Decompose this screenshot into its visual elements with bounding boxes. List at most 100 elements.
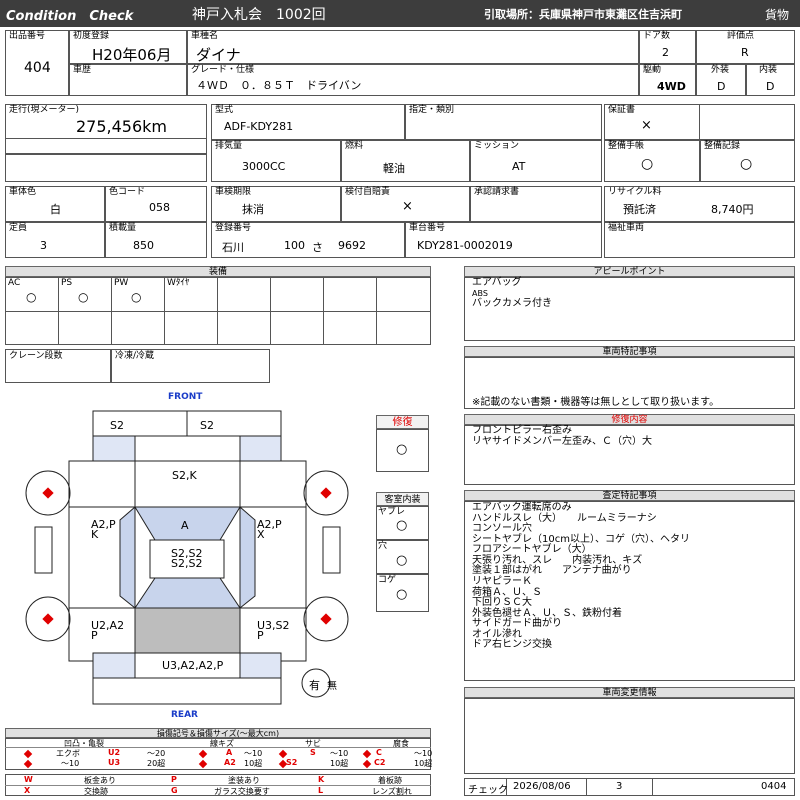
legend-rust-code: S bbox=[310, 748, 316, 757]
equip-col-div-2 bbox=[111, 277, 112, 345]
mission-value: AT bbox=[512, 160, 526, 173]
mileage-blank-cell bbox=[5, 154, 207, 182]
check-date: 2026/08/06 bbox=[513, 781, 571, 792]
equip-label-pw: PW bbox=[114, 278, 129, 288]
mileage-divider bbox=[5, 138, 207, 139]
load-label: 積載量 bbox=[109, 223, 137, 233]
legend-rust-code-2: S2 bbox=[286, 758, 298, 767]
grade-label: グレード・仕様 bbox=[191, 65, 255, 75]
warranty-divider bbox=[699, 104, 700, 140]
history-label: 車歴 bbox=[73, 65, 92, 75]
capacity-label: 定員 bbox=[9, 223, 28, 233]
exterior-label: 外装 bbox=[711, 65, 730, 75]
legend-dent-size-2: 20超 bbox=[147, 759, 166, 768]
welfare-label: 福祉車両 bbox=[608, 223, 645, 233]
change-header: 車両変更情報 bbox=[464, 687, 795, 698]
plate-area: 石川 bbox=[222, 241, 244, 254]
code-x-label: 交換跡 bbox=[84, 787, 108, 796]
inspection-value: 抹消 bbox=[242, 203, 264, 216]
exterior-value: D bbox=[717, 80, 726, 93]
legend-header: 損傷記号＆損傷サイズ(〜最大cm) bbox=[5, 728, 431, 738]
cabin-mark-hole: ○ bbox=[396, 553, 408, 568]
mark-bumper-front-left: S2 bbox=[110, 419, 124, 432]
chassis-label: 車台番号 bbox=[409, 223, 446, 233]
cabin-mark-tear: ○ bbox=[396, 518, 408, 533]
footer-divider-3 bbox=[652, 778, 653, 796]
equip-label-wtire: Wﾀｲﾔ bbox=[167, 278, 190, 288]
color-code-label: 色コード bbox=[109, 187, 146, 197]
auction-name: 神戸入札会 1002回 bbox=[192, 7, 326, 23]
cabin-label-hole: 穴 bbox=[378, 541, 388, 551]
legend-dent-label-2: 〜10 bbox=[61, 759, 80, 768]
fuel-value: 軽油 bbox=[383, 162, 405, 175]
cabin-mark-burn: ○ bbox=[396, 587, 408, 602]
mark-rear-bumper: U3,A2,A2,P bbox=[162, 659, 224, 672]
cabin-label-tear: ヤブレ bbox=[378, 507, 406, 517]
legend-dent-code: U2 bbox=[108, 748, 121, 757]
body-color-value: 白 bbox=[50, 203, 61, 216]
warranty-mark: × bbox=[641, 118, 652, 133]
legend-dent-code-2: U3 bbox=[108, 758, 121, 767]
repair-content-line-1: フロントピラー右歪み bbox=[472, 425, 572, 436]
chassis-value: KDY281-0002019 bbox=[417, 239, 513, 252]
type-value: ADF-KDY281 bbox=[224, 120, 294, 133]
assessment-line: サイドガード曲がり bbox=[472, 618, 562, 629]
freezer-label: 冷凍/冷蔵 bbox=[115, 351, 155, 361]
insurance-label: 検付自賠責 bbox=[345, 187, 391, 197]
plate-number: 9692 bbox=[338, 239, 366, 252]
assessment-line: リヤピラーＫ bbox=[472, 576, 532, 587]
code-x: X bbox=[24, 786, 31, 795]
mark-windshield: A bbox=[181, 519, 189, 532]
recycle-label: リサイクル料 bbox=[608, 187, 662, 197]
equip-mark-ac: ○ bbox=[26, 290, 37, 304]
equip-mark-ps: ○ bbox=[78, 290, 89, 304]
plate-class: 100 bbox=[284, 239, 305, 252]
first-reg-label: 初度登録 bbox=[73, 31, 110, 41]
assessment-line: 塗装１部はがれ アンテナ曲がり bbox=[472, 565, 632, 576]
drive-label: 駆動 bbox=[643, 65, 662, 75]
first-reg-value: H20年06月 bbox=[92, 46, 172, 64]
model-name: ダイナ bbox=[196, 46, 241, 64]
plate-kana: さ bbox=[312, 241, 323, 254]
equip-label-ac: AC bbox=[8, 278, 21, 288]
legend-corrosion-code-2: C2 bbox=[374, 758, 386, 767]
legend-scratch-code-2: A2 bbox=[224, 758, 236, 767]
designation-label: 指定・類別 bbox=[409, 105, 455, 115]
mark-hood: S2,K bbox=[172, 469, 197, 482]
equip-col-div-4 bbox=[217, 277, 218, 345]
appeal-line-1: エアバッグ bbox=[472, 277, 522, 288]
change-box bbox=[464, 698, 795, 774]
legend-corrosion-size-2: 10超 bbox=[414, 759, 433, 768]
assessment-header: 査定特記事項 bbox=[464, 490, 795, 501]
mission-label: ミッション bbox=[474, 141, 520, 151]
code-g-label: ガラス交換要す bbox=[214, 787, 270, 796]
insurance-mark: × bbox=[402, 199, 413, 214]
legend-scratch-code: A bbox=[226, 748, 233, 757]
model-label: 車種名 bbox=[191, 31, 219, 41]
assessment-line: フロアシートヤブレ（大） bbox=[472, 544, 592, 555]
manual-label: 整備手帳 bbox=[608, 141, 645, 151]
code-g: G bbox=[171, 786, 178, 795]
capacity-value: 3 bbox=[40, 239, 47, 252]
mark-bumper-front-right: S2 bbox=[200, 419, 214, 432]
lot-number: 404 bbox=[24, 60, 51, 76]
doors-value: 2 bbox=[662, 46, 669, 59]
body-color-label: 車体色 bbox=[9, 187, 37, 197]
doors-label: ドア数 bbox=[643, 31, 671, 41]
header-title: Condition Check bbox=[6, 9, 134, 24]
legend-scratch-size-2: 10超 bbox=[244, 759, 263, 768]
code-k: K bbox=[318, 775, 325, 784]
mileage-label: 走行(現メーター) bbox=[9, 105, 80, 115]
equip-label-ps: PS bbox=[61, 278, 73, 288]
displacement-value: 3000CC bbox=[242, 160, 286, 173]
mark-door-left: A2,P K bbox=[91, 518, 116, 541]
cabin-header: 客室内装 bbox=[376, 492, 429, 506]
repair-header: 修復 bbox=[376, 415, 429, 429]
appeal-header: アピールポイント bbox=[464, 266, 795, 277]
mark-rear-left: U2,A2 P bbox=[91, 619, 125, 642]
score-value: R bbox=[741, 46, 749, 59]
mark-rear-right: U3,S2 P bbox=[257, 619, 290, 642]
assessment-line: ドア右ヒンジ交換 bbox=[472, 639, 552, 650]
interior-value: D bbox=[766, 80, 775, 93]
equip-col-div-3 bbox=[164, 277, 165, 345]
